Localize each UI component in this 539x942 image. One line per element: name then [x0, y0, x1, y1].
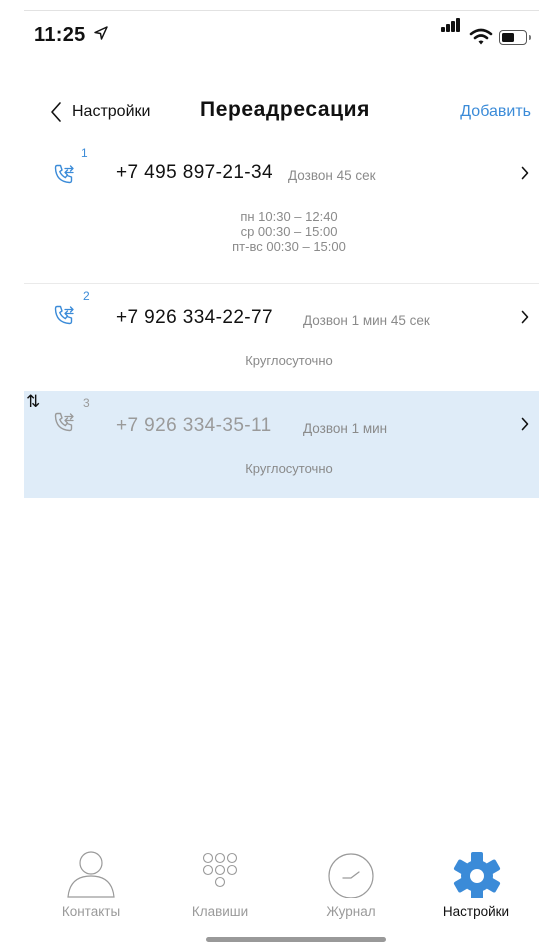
reorder-handle-icon[interactable]: ⇅ — [26, 392, 40, 412]
page-title: Переадресация — [200, 98, 371, 121]
add-button[interactable]: Добавить — [460, 103, 531, 121]
forwarding-row[interactable]: 1 +7 495 897-21-34 Дозвон 45 сек пн 10:3… — [24, 142, 539, 272]
row-index: 2 — [83, 289, 90, 303]
ring-duration: Дозвон 45 сек — [288, 168, 376, 183]
chevron-right-icon — [521, 166, 529, 180]
status-time: 11:25 — [34, 24, 109, 47]
tab-label: Клавиши — [191, 904, 249, 919]
row-index: 1 — [81, 146, 88, 160]
back-button[interactable]: Настройки — [50, 98, 150, 126]
call-forward-icon — [54, 412, 74, 432]
tab-history[interactable]: Журнал — [296, 840, 406, 930]
tab-contacts[interactable]: Контакты — [36, 840, 146, 930]
clock-icon — [328, 853, 374, 898]
schedule: Круглосуточно — [184, 461, 394, 476]
schedule-line: Круглосуточно — [245, 353, 333, 368]
home-indicator — [206, 937, 386, 942]
schedule-line: Круглосуточно — [245, 461, 333, 476]
phone-number: +7 926 334-22-77 — [116, 307, 273, 328]
back-button-label: Настройки — [72, 103, 151, 120]
schedule-line: пн 10:30 – 12:40 — [240, 209, 338, 224]
phone-number: +7 926 334-35-11 — [116, 415, 272, 436]
navigation-bar: Настройки Переадресация Добавить — [24, 96, 539, 130]
tab-label: Настройки — [442, 904, 510, 919]
status-indicators — [433, 18, 533, 50]
person-icon — [67, 851, 115, 898]
chevron-right-icon — [521, 310, 529, 324]
tab-settings[interactable]: Настройки — [421, 840, 531, 930]
chevron-right-icon — [521, 417, 529, 431]
battery-icon — [499, 30, 531, 45]
status-time-text: 11:25 — [34, 24, 86, 46]
forwarding-row[interactable]: 2 +7 926 334-22-77 Дозвон 1 мин 45 сек К… — [24, 284, 539, 390]
call-forward-icon — [54, 164, 74, 184]
schedule-line: пт-вс 00:30 – 15:00 — [232, 239, 346, 254]
forwarding-row-selected[interactable]: ⇅ 3 +7 926 334-35-11 Дозвон 1 мин Кругло… — [24, 391, 539, 498]
top-divider — [24, 0, 539, 11]
tab-bar: Контакты Клавиши Журнал Настройки — [24, 840, 539, 930]
row-index: 3 — [83, 396, 90, 410]
wifi-icon — [469, 28, 493, 45]
ring-duration: Дозвон 1 мин — [303, 421, 388, 436]
phone-number: +7 495 897-21-34 — [116, 162, 273, 183]
gear-icon — [453, 852, 501, 898]
tab-label: Контакты — [61, 904, 121, 919]
tab-label: Журнал — [326, 904, 376, 919]
schedule: Круглосуточно — [184, 353, 394, 368]
chevron-left-icon — [51, 102, 61, 122]
keypad-icon — [202, 852, 238, 888]
schedule: пн 10:30 – 12:40 ср 00:30 – 15:00 пт-вс … — [184, 209, 394, 254]
location-arrow-icon — [94, 26, 109, 40]
status-bar: 11:25 — [24, 18, 539, 54]
schedule-line: ср 00:30 – 15:00 — [240, 224, 338, 239]
tab-keypad[interactable]: Клавиши — [165, 840, 275, 930]
app-screen: 11:25 Настройки Переадресация Добавить 1… — [24, 0, 539, 942]
call-forward-icon — [54, 305, 74, 325]
ring-duration: Дозвон 1 мин 45 сек — [303, 313, 430, 328]
